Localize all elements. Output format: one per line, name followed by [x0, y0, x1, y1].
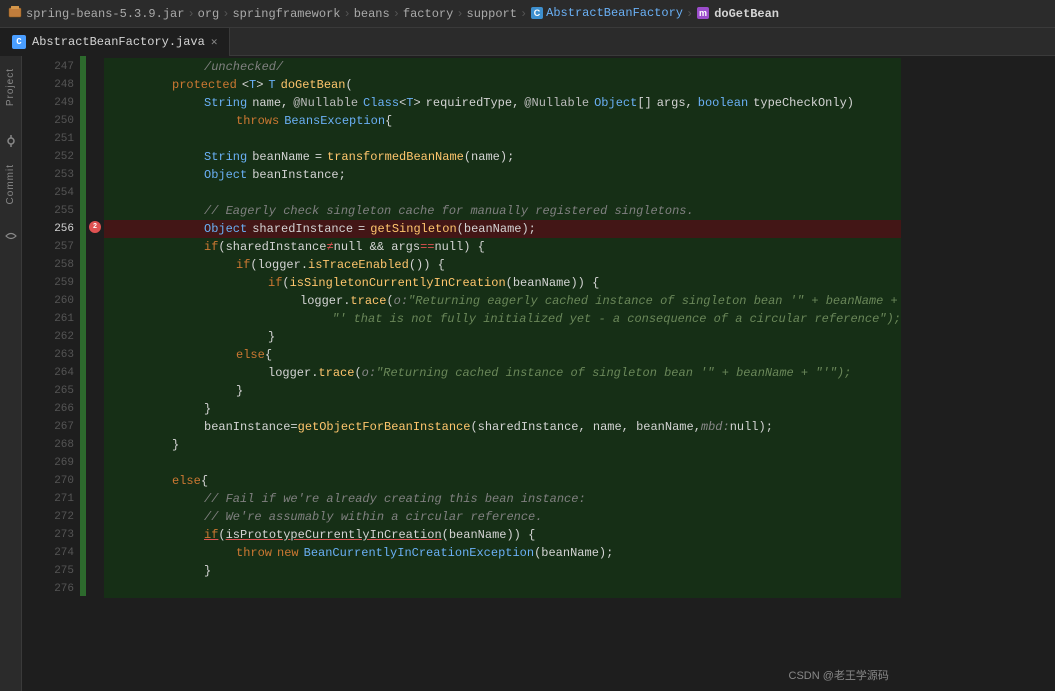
ln-251: 251 — [40, 130, 74, 148]
code-line-274: throw new BeanCurrentlyInCreationExcepti… — [104, 544, 901, 562]
code-line-251 — [104, 130, 901, 148]
tab-label: AbstractBeanFactory.java — [32, 35, 205, 49]
ln-271: 271 — [40, 490, 74, 508]
breadcrumb-method[interactable]: doGetBean — [714, 7, 779, 21]
code-line-252: String beanName = transformedBeanName(na… — [104, 148, 901, 166]
svg-text:m: m — [699, 8, 707, 18]
code-line-269 — [104, 454, 901, 472]
code-line-258: if (logger.isTraceEnabled()) { — [104, 256, 901, 274]
tab-abstractbeanfactory[interactable]: C AbstractBeanFactory.java ✕ — [0, 28, 230, 56]
code-line-257: if (sharedInstance ≠ null && args == nul… — [104, 238, 901, 256]
commit-label[interactable]: Commit — [5, 164, 16, 204]
code-line-253: Object beanInstance; — [104, 166, 901, 184]
code-line-270: else { — [104, 472, 901, 490]
ln-276: 276 — [40, 580, 74, 598]
ln-256: 256 — [40, 220, 74, 238]
code-line-263: else { — [104, 346, 901, 364]
ln-249: 249 — [40, 94, 74, 112]
watermark: CSDN @老王学源码 — [789, 667, 889, 683]
tab-bar: C AbstractBeanFactory.java ✕ — [0, 28, 1055, 56]
breadcrumb-class[interactable]: CAbstractBeanFactory — [530, 6, 683, 20]
breadcrumb-bar: spring-beans-5.3.9.jar › org › springfra… — [0, 0, 1055, 28]
ln-252: 252 — [40, 148, 74, 166]
breakpoint-256[interactable]: 2 — [86, 218, 104, 236]
ln-257: 257 — [40, 238, 74, 256]
ln-267: 267 — [40, 418, 74, 436]
code-line-254 — [104, 184, 901, 202]
ln-263: 263 — [40, 346, 74, 364]
breadcrumb-springframework[interactable]: springframework — [232, 7, 340, 21]
code-line-273: if (isPrototypeCurrentlyInCreation(beanN… — [104, 526, 901, 544]
commit-icon — [4, 134, 18, 148]
ln-266: 266 — [40, 400, 74, 418]
code-line-259: if (isSingletonCurrentlyInCreation(beanN… — [104, 274, 901, 292]
code-line-248: protected <T> T doGetBean( — [104, 76, 901, 94]
code-line-268: } — [104, 436, 901, 454]
ln-254: 254 — [40, 184, 74, 202]
ln-273: 273 — [40, 526, 74, 544]
ln-261: 261 — [40, 310, 74, 328]
ln-248: 248 — [40, 76, 74, 94]
ln-258: 258 — [40, 256, 74, 274]
code-line-264: logger.trace( o: "Returning cached insta… — [104, 364, 901, 382]
breakpoint-indicator-col: 2 — [86, 56, 104, 691]
code-247-text: /unchecked/ — [204, 58, 283, 76]
ln-250: 250 — [40, 112, 74, 130]
code-line-272: // We're assumably within a circular ref… — [104, 508, 901, 526]
breadcrumb-org[interactable]: org — [198, 7, 220, 21]
jar-icon — [8, 5, 22, 23]
tab-close-button[interactable]: ✕ — [211, 35, 218, 49]
ln-268: 268 — [40, 436, 74, 454]
code-line-250: throws BeansException { — [104, 112, 901, 130]
left-sidebar: Project Commit — [0, 56, 22, 691]
ln-247: 247 — [40, 58, 74, 76]
ln-255: 255 — [40, 202, 74, 220]
git-icon — [4, 229, 18, 243]
ln-270: 270 — [40, 472, 74, 490]
ln-269: 269 — [40, 454, 74, 472]
ln-262: 262 — [40, 328, 74, 346]
ln-264: 264 — [40, 364, 74, 382]
breadcrumb-support[interactable]: support — [467, 7, 517, 21]
code-line-271: // Fail if we're already creating this b… — [104, 490, 901, 508]
code-line-247: /unchecked/ — [104, 58, 901, 76]
code-line-267: beanInstance = getObjectForBeanInstance(… — [104, 418, 901, 436]
code-248-kw1: protected — [172, 76, 237, 94]
code-line-260: logger.trace( o: "Returning eagerly cach… — [104, 292, 901, 310]
project-label[interactable]: Project — [5, 68, 16, 106]
code-line-261: "' that is not fully initialized yet - a… — [104, 310, 901, 328]
ln-260: 260 — [40, 292, 74, 310]
code-line-275: } — [104, 562, 901, 580]
code-line-266: } — [104, 400, 901, 418]
ln-253: 253 — [40, 166, 74, 184]
svg-text:C: C — [534, 8, 541, 18]
code-line-255: // Eagerly check singleton cache for man… — [104, 202, 901, 220]
ln-275: 275 — [40, 562, 74, 580]
breadcrumb-jar[interactable]: spring-beans-5.3.9.jar — [26, 7, 184, 21]
code-line-265: } — [104, 382, 901, 400]
code-area[interactable]: /unchecked/ protected <T> T doGetBean( S… — [104, 56, 901, 691]
editor-container: Project Commit 247 248 249 250 251 252 2… — [0, 56, 1055, 691]
ln-274: 274 — [40, 544, 74, 562]
code-line-276 — [104, 580, 901, 598]
tab-class-icon: C — [12, 35, 26, 49]
line-numbers: 247 248 249 250 251 252 253 254 255 256 … — [40, 56, 80, 691]
code-line-249: String name, @Nullable Class<T> required… — [104, 94, 901, 112]
code-line-256: Object sharedInstance = getSingleton(bea… — [104, 220, 901, 238]
ln-265: 265 — [40, 382, 74, 400]
ln-272: 272 — [40, 508, 74, 526]
code-line-262: } — [104, 328, 901, 346]
breakpoint-column — [22, 56, 40, 691]
ln-259: 259 — [40, 274, 74, 292]
breadcrumb-factory[interactable]: factory — [403, 7, 453, 21]
breadcrumb-beans[interactable]: beans — [354, 7, 390, 21]
editor-inner: 247 248 249 250 251 252 253 254 255 256 … — [22, 56, 901, 691]
